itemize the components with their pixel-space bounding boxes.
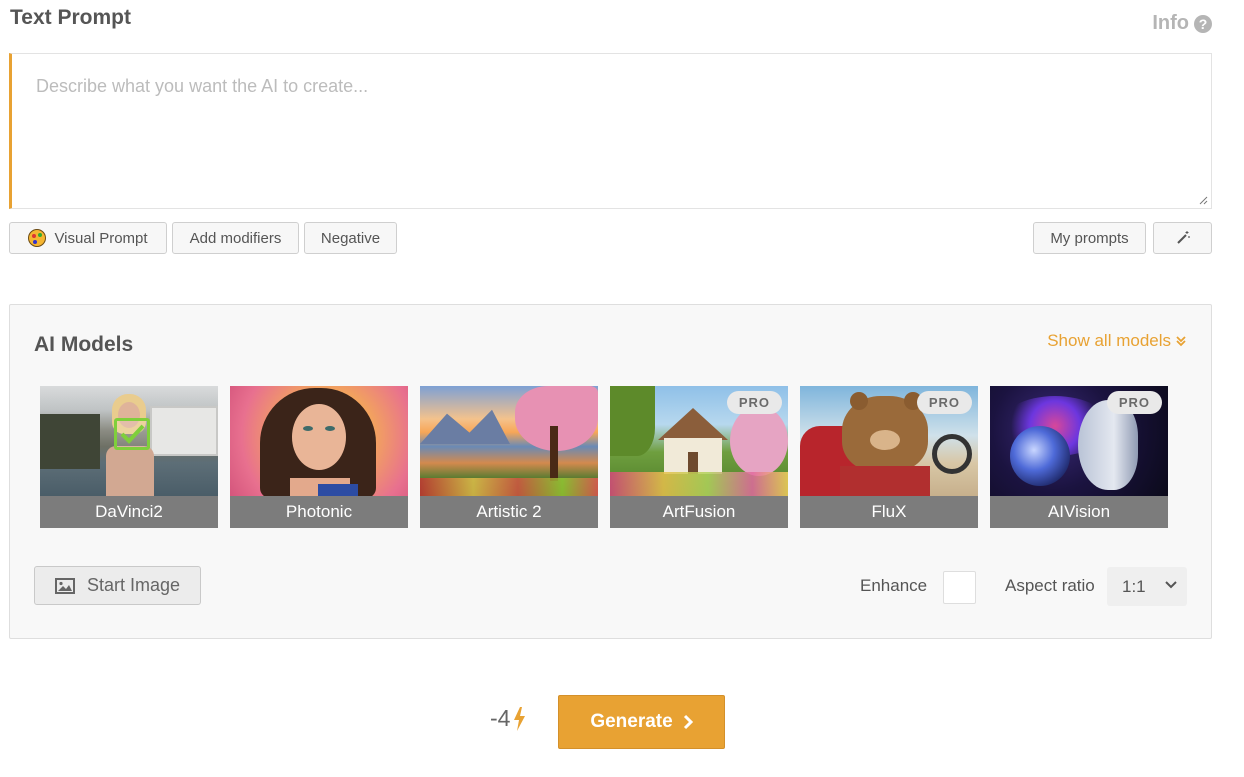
model-name: ArtFusion bbox=[610, 496, 788, 528]
lightning-icon bbox=[514, 706, 526, 731]
pro-badge: PRO bbox=[726, 391, 782, 414]
cost-value: -4 bbox=[490, 705, 511, 731]
pro-badge: PRO bbox=[916, 391, 972, 414]
negative-label: Negative bbox=[320, 229, 381, 247]
add-modifiers-label: Add modifiers bbox=[189, 229, 282, 247]
add-modifiers-button[interactable]: Add modifiers bbox=[172, 222, 299, 254]
magic-wand-button[interactable] bbox=[1153, 222, 1212, 254]
info-label: Info bbox=[1152, 12, 1189, 34]
model-name: Artistic 2 bbox=[420, 496, 598, 528]
question-icon: ? bbox=[1194, 14, 1212, 33]
prompt-container bbox=[9, 53, 1212, 209]
model-card-davinci2[interactable]: DaVinci2 bbox=[40, 386, 218, 528]
model-name: FluX bbox=[800, 496, 978, 528]
model-card-photonic[interactable]: Photonic bbox=[230, 386, 408, 528]
my-prompts-label: My prompts bbox=[1050, 229, 1129, 247]
model-name: DaVinci2 bbox=[40, 496, 218, 528]
enhance-label: Enhance bbox=[860, 576, 928, 595]
image-icon bbox=[54, 577, 75, 594]
resize-grip-icon[interactable] bbox=[1199, 196, 1208, 205]
prompt-textarea[interactable] bbox=[12, 54, 1211, 208]
selected-check-icon bbox=[114, 418, 150, 450]
credit-cost: -4 bbox=[490, 705, 526, 732]
start-image-label: Start Image bbox=[86, 575, 181, 595]
photonic-thumbnail bbox=[230, 386, 408, 498]
my-prompts-button[interactable]: My prompts bbox=[1033, 222, 1146, 254]
info-link[interactable]: Info ? bbox=[1152, 12, 1212, 35]
model-card-artfusion[interactable]: PRO ArtFusion bbox=[610, 386, 788, 528]
model-list: DaVinci2 Photonic Artistic 2 PRO ArtFusi… bbox=[40, 386, 1168, 528]
chevron-right-icon bbox=[683, 714, 693, 730]
show-all-models-label: Show all models bbox=[1047, 331, 1171, 350]
visual-prompt-button[interactable]: Visual Prompt bbox=[9, 222, 167, 254]
enhance-checkbox[interactable] bbox=[943, 571, 976, 604]
model-name: AIVision bbox=[990, 496, 1168, 528]
magic-wand-icon bbox=[1176, 231, 1190, 244]
start-image-button[interactable]: Start Image bbox=[34, 566, 201, 605]
page-title: Text Prompt bbox=[10, 6, 131, 29]
palette-icon bbox=[28, 229, 47, 247]
show-all-models-link[interactable]: Show all models bbox=[1047, 331, 1187, 351]
generate-label: Generate bbox=[590, 711, 673, 732]
davinci2-thumbnail bbox=[40, 386, 218, 496]
negative-button[interactable]: Negative bbox=[304, 222, 397, 254]
pro-badge: PRO bbox=[1106, 391, 1162, 414]
model-card-artistic-2[interactable]: Artistic 2 bbox=[420, 386, 598, 528]
generate-button[interactable]: Generate bbox=[558, 695, 725, 749]
artistic-2-thumbnail bbox=[420, 386, 598, 496]
model-card-aivision[interactable]: PRO AIVision bbox=[990, 386, 1168, 528]
ai-models-title: AI Models bbox=[34, 333, 134, 356]
model-name: Photonic bbox=[230, 496, 408, 528]
model-card-flux[interactable]: PRO FluX bbox=[800, 386, 978, 528]
chevron-down-icon bbox=[1165, 581, 1177, 589]
aspect-ratio-value: 1:1 bbox=[1122, 576, 1146, 596]
double-chevron-down-icon bbox=[1176, 336, 1186, 347]
visual-prompt-label: Visual Prompt bbox=[54, 229, 148, 247]
aspect-ratio-select[interactable]: 1:1 bbox=[1107, 567, 1187, 606]
ai-models-panel: AI Models Show all models DaVinci2 Photo… bbox=[9, 304, 1212, 639]
aspect-ratio-label: Aspect ratio bbox=[1005, 576, 1095, 595]
